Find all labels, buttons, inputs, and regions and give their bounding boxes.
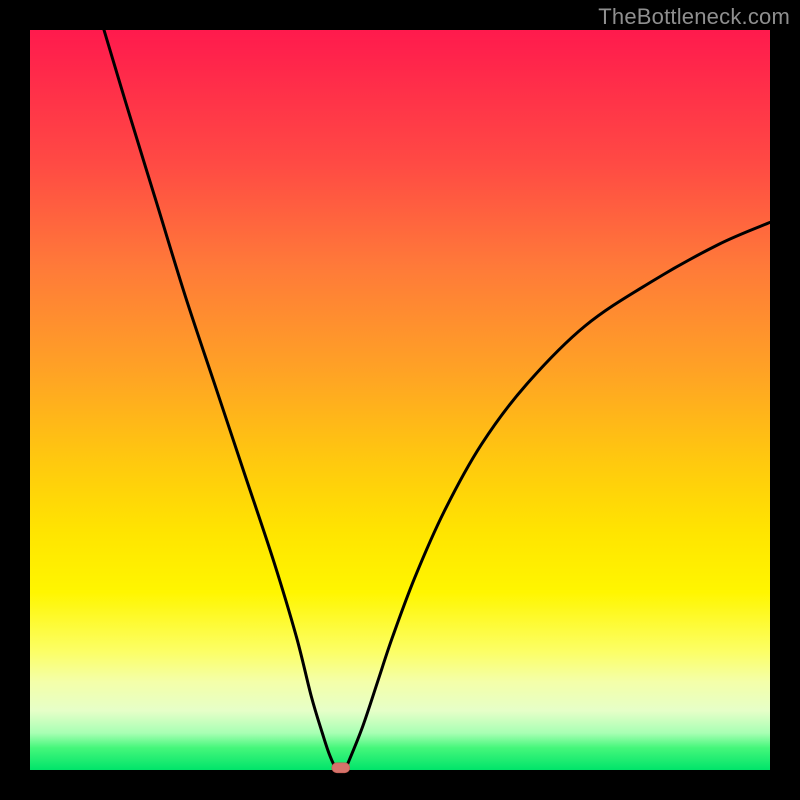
chart-frame: TheBottleneck.com <box>0 0 800 800</box>
minimum-marker <box>332 763 350 773</box>
bottleneck-curve <box>104 30 770 771</box>
chart-plot-area <box>30 30 770 770</box>
watermark-text: TheBottleneck.com <box>598 4 790 30</box>
chart-curve-layer <box>30 30 770 770</box>
